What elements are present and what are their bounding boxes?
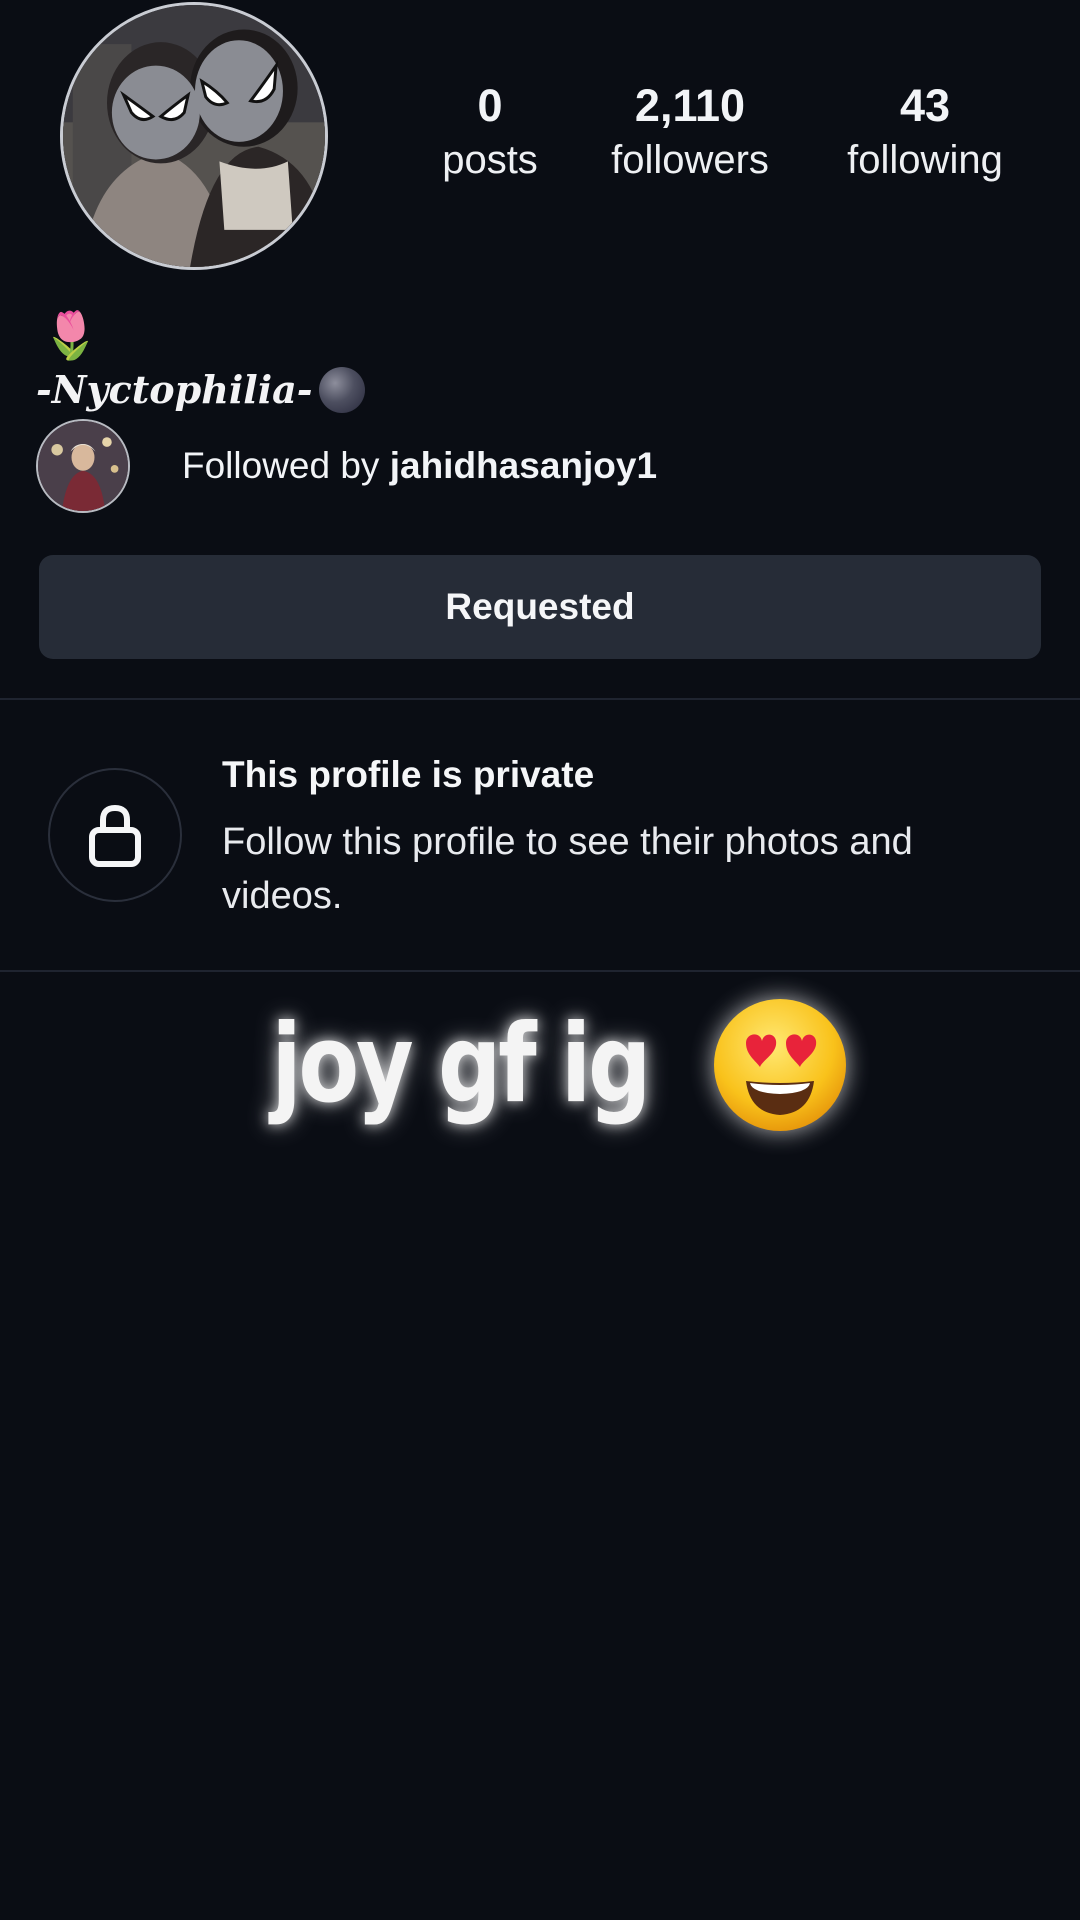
posts-label: posts <box>442 138 538 182</box>
overlay-caption: joy gf ig <box>0 985 1080 1145</box>
requested-button[interactable]: Requested <box>39 555 1041 659</box>
lock-icon-circle <box>48 768 182 902</box>
stat-following[interactable]: 43 following <box>847 80 1003 188</box>
display-name-text: -Nyctophilia- <box>36 367 313 412</box>
following-label: following <box>847 138 1003 182</box>
mutual-follower-photo <box>38 421 128 511</box>
tulip-icon: 🌷 <box>42 309 100 361</box>
followers-count: 2,110 <box>634 80 746 131</box>
heart-eyes-emoji-icon <box>713 999 846 1131</box>
stat-posts[interactable]: 0 posts <box>442 80 538 188</box>
mutual-follower-avatar[interactable] <box>36 419 130 513</box>
overlay-caption-text: joy gf ig <box>271 1002 652 1127</box>
followed-by-prefix: Followed by <box>182 445 390 486</box>
display-name: -Nyctophilia- <box>36 365 365 415</box>
divider <box>0 970 1080 972</box>
lock-icon <box>89 804 141 867</box>
private-profile-description: Follow this profile to see their photos … <box>222 821 913 917</box>
posts-count: 0 <box>477 80 503 131</box>
private-profile-title: This profile is private <box>222 754 595 795</box>
followers-label: followers <box>611 138 769 182</box>
followed-by-row[interactable]: Followed by jahidhasanjoy1 <box>36 418 657 514</box>
followed-by-username[interactable]: jahidhasanjoy1 <box>390 445 657 486</box>
stat-followers[interactable]: 2,110 followers <box>611 80 769 188</box>
divider <box>0 698 1080 700</box>
following-count: 43 <box>899 80 951 131</box>
profile-stats: 0 posts 2,110 followers 43 following <box>0 80 1080 200</box>
orb-icon <box>318 367 365 413</box>
followed-by-text: Followed by jahidhasanjoy1 <box>182 445 657 487</box>
